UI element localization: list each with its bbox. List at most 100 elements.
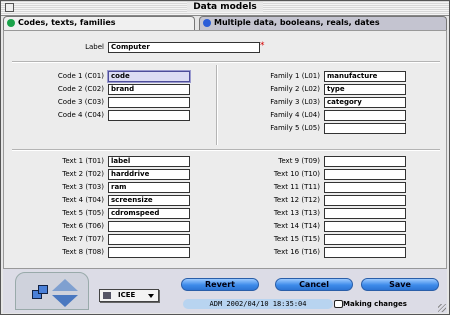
- text-input[interactable]: [324, 247, 406, 258]
- text-row: Text 5 (T05) cdromspeed: [62, 208, 190, 219]
- divider-middle: [12, 149, 440, 151]
- text-row: Text 11 (T11): [274, 182, 406, 193]
- label-caption: Label: [85, 43, 104, 51]
- text-row: Text 13 (T13): [274, 208, 406, 219]
- text-input[interactable]: [108, 247, 190, 258]
- family-row: Family 2 (L02) type: [270, 84, 406, 95]
- cancel-button[interactable]: Cancel: [275, 278, 353, 291]
- text-row: Text 10 (T10): [274, 169, 406, 180]
- form-panel: Label Computer * Code 1 (C01) code Code 2 …: [3, 30, 447, 269]
- data-models-window: Data models Codes, texts, families Multi…: [0, 0, 450, 315]
- family-label: Family 5 (L05): [270, 124, 320, 132]
- revert-button[interactable]: Revert: [181, 278, 259, 291]
- text-input[interactable]: [108, 221, 190, 232]
- tab-label: Multiple data, booleans, reals, dates: [214, 18, 380, 27]
- green-dot-icon: [7, 19, 15, 27]
- previous-record-arrow-icon[interactable]: [52, 279, 78, 291]
- text-label: Text 13 (T13): [273, 209, 320, 217]
- chevron-down-icon: [148, 294, 154, 298]
- code-input[interactable]: brand: [108, 84, 190, 95]
- text-input[interactable]: [324, 169, 406, 180]
- family-input[interactable]: manufacture: [324, 71, 406, 82]
- family-row: Family 5 (L05): [270, 123, 406, 134]
- text-row: Text 4 (T04) screensize: [62, 195, 190, 206]
- text-label: Text 7 (T07): [62, 235, 104, 243]
- code-input[interactable]: code: [108, 71, 190, 82]
- text-label: Text 5 (T05): [62, 209, 104, 217]
- divider-vertical: [216, 65, 218, 145]
- text-row: Text 8 (T08): [62, 247, 190, 258]
- text-input[interactable]: [324, 156, 406, 167]
- database-icon: [103, 292, 111, 299]
- family-label: Family 1 (L01): [270, 72, 320, 80]
- text-row: Text 3 (T03) ram: [62, 182, 190, 193]
- tab-codes-texts-families[interactable]: Codes, texts, families: [3, 16, 195, 30]
- ledger-popup-value: ICEE: [118, 291, 136, 299]
- family-label: Family 4 (L04): [270, 111, 320, 119]
- text-row: Text 1 (T01) label: [62, 156, 190, 167]
- text-row: Text 2 (T02) harddrive: [62, 169, 190, 180]
- code-row: Code 3 (C03): [58, 97, 190, 108]
- text-row: Text 12 (T12): [274, 195, 406, 206]
- code-label: Code 3 (C03): [57, 98, 104, 106]
- text-input[interactable]: label: [108, 156, 190, 167]
- text-input[interactable]: [324, 182, 406, 193]
- blue-dot-icon: [203, 19, 211, 27]
- text-input[interactable]: screensize: [108, 195, 190, 206]
- family-row: Family 3 (L03) category: [270, 97, 406, 108]
- text-label: Text 6 (T06): [62, 222, 104, 230]
- code-input[interactable]: [108, 110, 190, 121]
- record-navigator: [15, 272, 89, 310]
- linked-records-icon[interactable]: [32, 285, 48, 299]
- tab-bar: Codes, texts, families Multiple data, bo…: [3, 16, 447, 30]
- title-bar[interactable]: Data models: [1, 1, 449, 16]
- status-user-timestamp: ADM 2002/04/10 18:35:04: [183, 299, 333, 309]
- text-label: Text 14 (T14): [273, 222, 320, 230]
- text-input[interactable]: [324, 234, 406, 245]
- text-row: Text 14 (T14): [274, 221, 406, 232]
- code-row: Code 4 (C04): [58, 110, 190, 121]
- text-input[interactable]: [108, 234, 190, 245]
- text-label: Text 12 (T12): [273, 196, 320, 204]
- code-row: Code 1 (C01) code: [58, 71, 190, 82]
- text-input[interactable]: ram: [108, 182, 190, 193]
- family-input[interactable]: category: [324, 97, 406, 108]
- footer-bar: ICEE Revert Cancel Save ADM 2002/04/10 1…: [3, 269, 447, 313]
- save-button[interactable]: Save: [361, 278, 439, 291]
- text-label: Text 9 (T09): [278, 157, 320, 165]
- tab-label: Codes, texts, families: [18, 18, 116, 27]
- label-input[interactable]: Computer: [108, 42, 260, 53]
- text-label: Text 2 (T02): [62, 170, 104, 178]
- family-label: Family 2 (L02): [270, 85, 320, 93]
- code-input[interactable]: [108, 97, 190, 108]
- divider-top: [12, 61, 440, 63]
- text-row: Text 7 (T07): [62, 234, 190, 245]
- label-row: Label Computer *: [85, 41, 265, 53]
- family-input[interactable]: [324, 110, 406, 121]
- ledger-popup[interactable]: ICEE: [99, 289, 159, 302]
- text-label: Text 4 (T04): [62, 196, 104, 204]
- text-label: Text 8 (T08): [62, 248, 104, 256]
- family-input[interactable]: [324, 123, 406, 134]
- text-input[interactable]: cdromspeed: [108, 208, 190, 219]
- family-label: Family 3 (L03): [270, 98, 320, 106]
- window-title: Data models: [187, 2, 263, 12]
- code-label: Code 4 (C04): [57, 111, 104, 119]
- text-label: Text 1 (T01): [62, 157, 104, 165]
- text-input[interactable]: [324, 221, 406, 232]
- next-record-arrow-icon[interactable]: [52, 295, 78, 307]
- text-label: Text 10 (T10): [273, 170, 320, 178]
- text-label: Text 11 (T11): [273, 183, 320, 191]
- tab-multiple-data[interactable]: Multiple data, booleans, reals, dates: [199, 16, 447, 30]
- text-row: Text 6 (T06): [62, 221, 190, 232]
- required-mark: *: [260, 41, 265, 51]
- text-row: Text 16 (T16): [274, 247, 406, 258]
- code-row: Code 2 (C02) brand: [58, 84, 190, 95]
- resize-grip-icon[interactable]: [438, 304, 446, 312]
- text-input[interactable]: [324, 195, 406, 206]
- text-row: Text 9 (T09): [278, 156, 406, 167]
- text-input[interactable]: [324, 208, 406, 219]
- text-input[interactable]: harddrive: [108, 169, 190, 180]
- family-input[interactable]: type: [324, 84, 406, 95]
- family-row: Family 4 (L04): [270, 110, 406, 121]
